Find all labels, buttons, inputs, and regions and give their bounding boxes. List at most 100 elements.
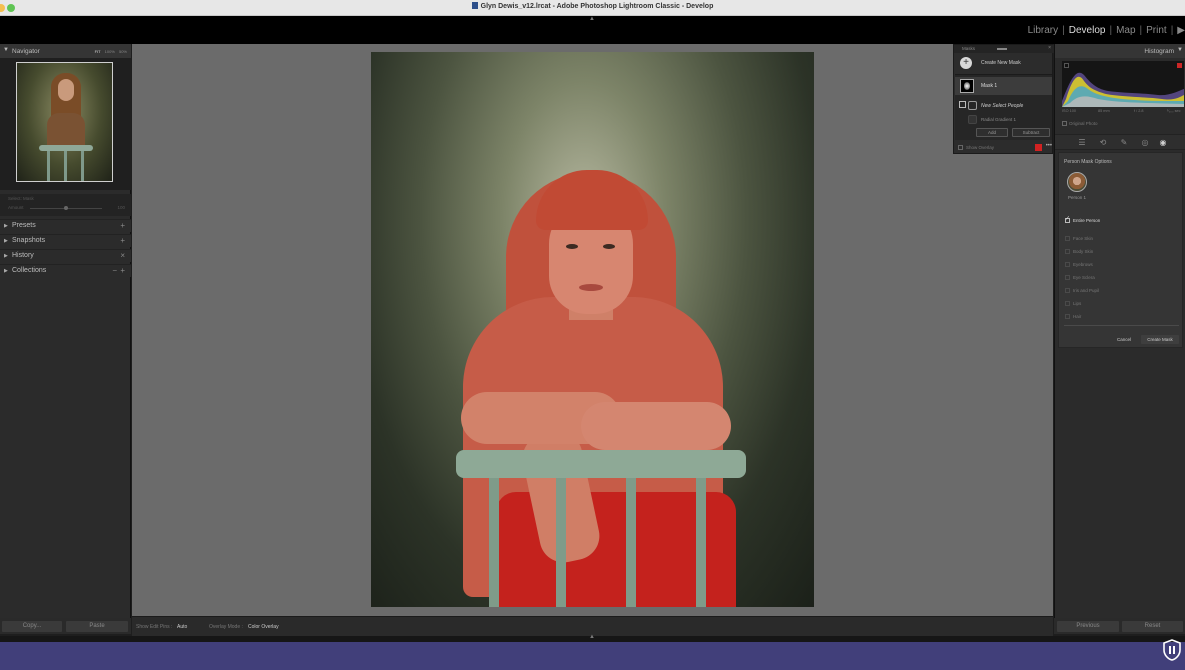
collapse-arrow-icon[interactable]: ▼	[3, 47, 9, 53]
navigator-zoom-options: FIT 100% 50%	[95, 49, 127, 54]
crop-icon[interactable]: ⟲	[1098, 138, 1108, 148]
module-library[interactable]: Library	[1028, 25, 1059, 36]
hair-label: Hair	[1073, 314, 1082, 319]
person-avatar[interactable]	[1067, 172, 1087, 192]
zoom-50[interactable]: 50%	[119, 49, 127, 54]
visibility-icon[interactable]	[959, 101, 966, 108]
expand-arrow-icon[interactable]: ▶	[4, 238, 8, 244]
snapshots-panel-header[interactable]: ▶ Snapshots +	[0, 234, 131, 247]
photo-preview[interactable]	[371, 52, 814, 607]
history-panel-header[interactable]: ▶ History ×	[0, 249, 131, 262]
overlay-color-swatch[interactable]	[1035, 144, 1042, 151]
more-modules-icon[interactable]: ▶	[1177, 25, 1185, 36]
masks-panel-header[interactable]: Masks ×	[954, 45, 1054, 53]
drag-handle-icon[interactable]	[997, 48, 1007, 50]
lips-checkbox[interactable]	[1065, 301, 1070, 306]
eye-sclera-checkbox[interactable]	[1065, 275, 1070, 280]
mask-thumbnail	[960, 79, 974, 93]
face-skin-checkbox[interactable]	[1065, 236, 1070, 241]
add-mask-button[interactable]: Add	[976, 128, 1008, 137]
cancel-button[interactable]: Cancel	[1111, 335, 1137, 344]
healing-brush-icon[interactable]: ✎	[1119, 138, 1129, 148]
shadow-clipping-icon[interactable]	[1064, 63, 1069, 68]
navigator-preview-area	[0, 58, 131, 190]
overlay-mode-select[interactable]: Color Overlay	[248, 624, 279, 630]
photo-chair-leg	[696, 476, 706, 607]
show-edit-pins-select[interactable]: Auto	[177, 624, 187, 630]
hair-checkbox[interactable]	[1065, 314, 1070, 319]
eyebrows-option[interactable]: Eyebrows	[1065, 261, 1175, 270]
body-skin-option[interactable]: Body Skin	[1065, 248, 1175, 257]
create-new-mask-button[interactable]: + Create New Mask	[954, 55, 1054, 71]
add-preset-icon[interactable]: +	[120, 221, 125, 230]
person-label: Person 1	[1068, 195, 1087, 200]
collapse-arrow-icon[interactable]: ▼	[1177, 47, 1183, 53]
histogram-header[interactable]: Histogram ▼	[1055, 44, 1185, 58]
show-edit-pins-label: Show Edit Pins :	[136, 624, 173, 630]
navigator-thumbnail[interactable]	[16, 62, 113, 182]
clear-history-icon[interactable]: ×	[120, 251, 125, 260]
photo-chair-leg	[489, 476, 499, 607]
options-divider	[1064, 325, 1179, 326]
previous-button[interactable]: Previous	[1057, 621, 1119, 632]
highlight-clipping-icon[interactable]	[1177, 63, 1182, 68]
expand-arrow-icon[interactable]: ▶	[4, 223, 8, 229]
person-mask-options-title: Person Mask Options	[1064, 159, 1112, 165]
collapse-top-panel-icon[interactable]: ▲	[589, 16, 595, 22]
mask-row[interactable]: Mask 1	[955, 77, 1052, 95]
face-skin-option[interactable]: Face Skin	[1065, 235, 1175, 244]
create-mask-button[interactable]: Create Mask	[1141, 335, 1179, 344]
amount-slider-section: Select: Mask Amount 100	[0, 194, 131, 216]
thumbnail-chair-leg	[64, 151, 67, 181]
iris-and-pupil-checkbox[interactable]	[1065, 288, 1070, 293]
add-snapshot-icon[interactable]: +	[120, 236, 125, 245]
module-develop[interactable]: Develop	[1069, 25, 1106, 36]
zoom-fit[interactable]: FIT	[95, 49, 101, 54]
navigator-header[interactable]: ▼ Navigator FIT 100% 50%	[0, 44, 131, 58]
zoom-100[interactable]: 100%	[105, 49, 115, 54]
expand-arrow-icon[interactable]: ▶	[4, 253, 8, 259]
histogram-graph[interactable]	[1062, 61, 1184, 107]
title-bar: Glyn Dewis_v12.lrcat - Adobe Photoshop L…	[0, 0, 1185, 16]
lips-option[interactable]: Lips	[1065, 300, 1175, 309]
remove-collection-icon[interactable]: −	[112, 266, 117, 275]
eye-sclera-option[interactable]: Eye Sclera	[1065, 274, 1175, 283]
module-print[interactable]: Print	[1146, 25, 1167, 36]
select-people-component[interactable]: New Select People	[955, 100, 1052, 112]
reset-button[interactable]: Reset	[1122, 621, 1183, 632]
presets-panel-header[interactable]: ▶ Presets +	[0, 219, 131, 232]
paste-button[interactable]: Paste	[66, 621, 128, 632]
expand-arrow-icon[interactable]: ▶	[4, 268, 8, 274]
close-icon[interactable]: ×	[1048, 45, 1051, 51]
show-overlay-checkbox[interactable]	[958, 145, 963, 150]
eyebrows-checkbox[interactable]	[1065, 262, 1070, 267]
copy-button[interactable]: Copy...	[2, 621, 62, 632]
red-eye-icon[interactable]: ◎	[1140, 138, 1150, 148]
masks-panel-title: Masks	[962, 46, 976, 51]
amount-slider-thumb[interactable]	[64, 206, 68, 210]
iris-and-pupil-option[interactable]: Iris and Pupil	[1065, 287, 1175, 296]
image-canvas[interactable]: Masks × + Create New Mask Mask 1 New Sel…	[132, 44, 1054, 616]
radial-gradient-component[interactable]: Radial Gradient 1	[955, 114, 1052, 126]
lips-label: Lips	[1073, 301, 1082, 306]
module-separator: |	[1062, 25, 1065, 36]
subtract-mask-button[interactable]: Subtract	[1012, 128, 1050, 137]
original-photo-row: Original Photo	[1062, 120, 1142, 128]
edit-sliders-icon[interactable]: ☰	[1077, 138, 1087, 148]
expand-filmstrip-icon[interactable]: ▲	[589, 634, 595, 640]
amount-value[interactable]: 100	[117, 205, 125, 210]
module-separator: |	[1109, 25, 1113, 36]
add-collection-icon[interactable]: +	[120, 266, 125, 275]
select-people-label: New Select People	[981, 103, 1024, 109]
hair-option[interactable]: Hair	[1065, 313, 1175, 322]
body-skin-checkbox[interactable]	[1065, 249, 1070, 254]
module-map[interactable]: Map	[1116, 25, 1135, 36]
collections-panel-header[interactable]: ▶ Collections − +	[0, 264, 131, 277]
more-options-icon[interactable]: •••	[1046, 143, 1052, 149]
previous-reset-bar: Previous Reset	[1054, 618, 1185, 634]
develop-toolbar: Show Edit Pins : Auto Overlay Mode : Col…	[132, 616, 1053, 636]
masking-icon[interactable]: ◉	[1158, 138, 1168, 148]
entire-person-option[interactable]: ✓ Entire Person	[1065, 216, 1175, 226]
original-photo-checkbox[interactable]	[1062, 121, 1067, 126]
lightroom-window: Glyn Dewis_v12.lrcat - Adobe Photoshop L…	[0, 0, 1185, 670]
